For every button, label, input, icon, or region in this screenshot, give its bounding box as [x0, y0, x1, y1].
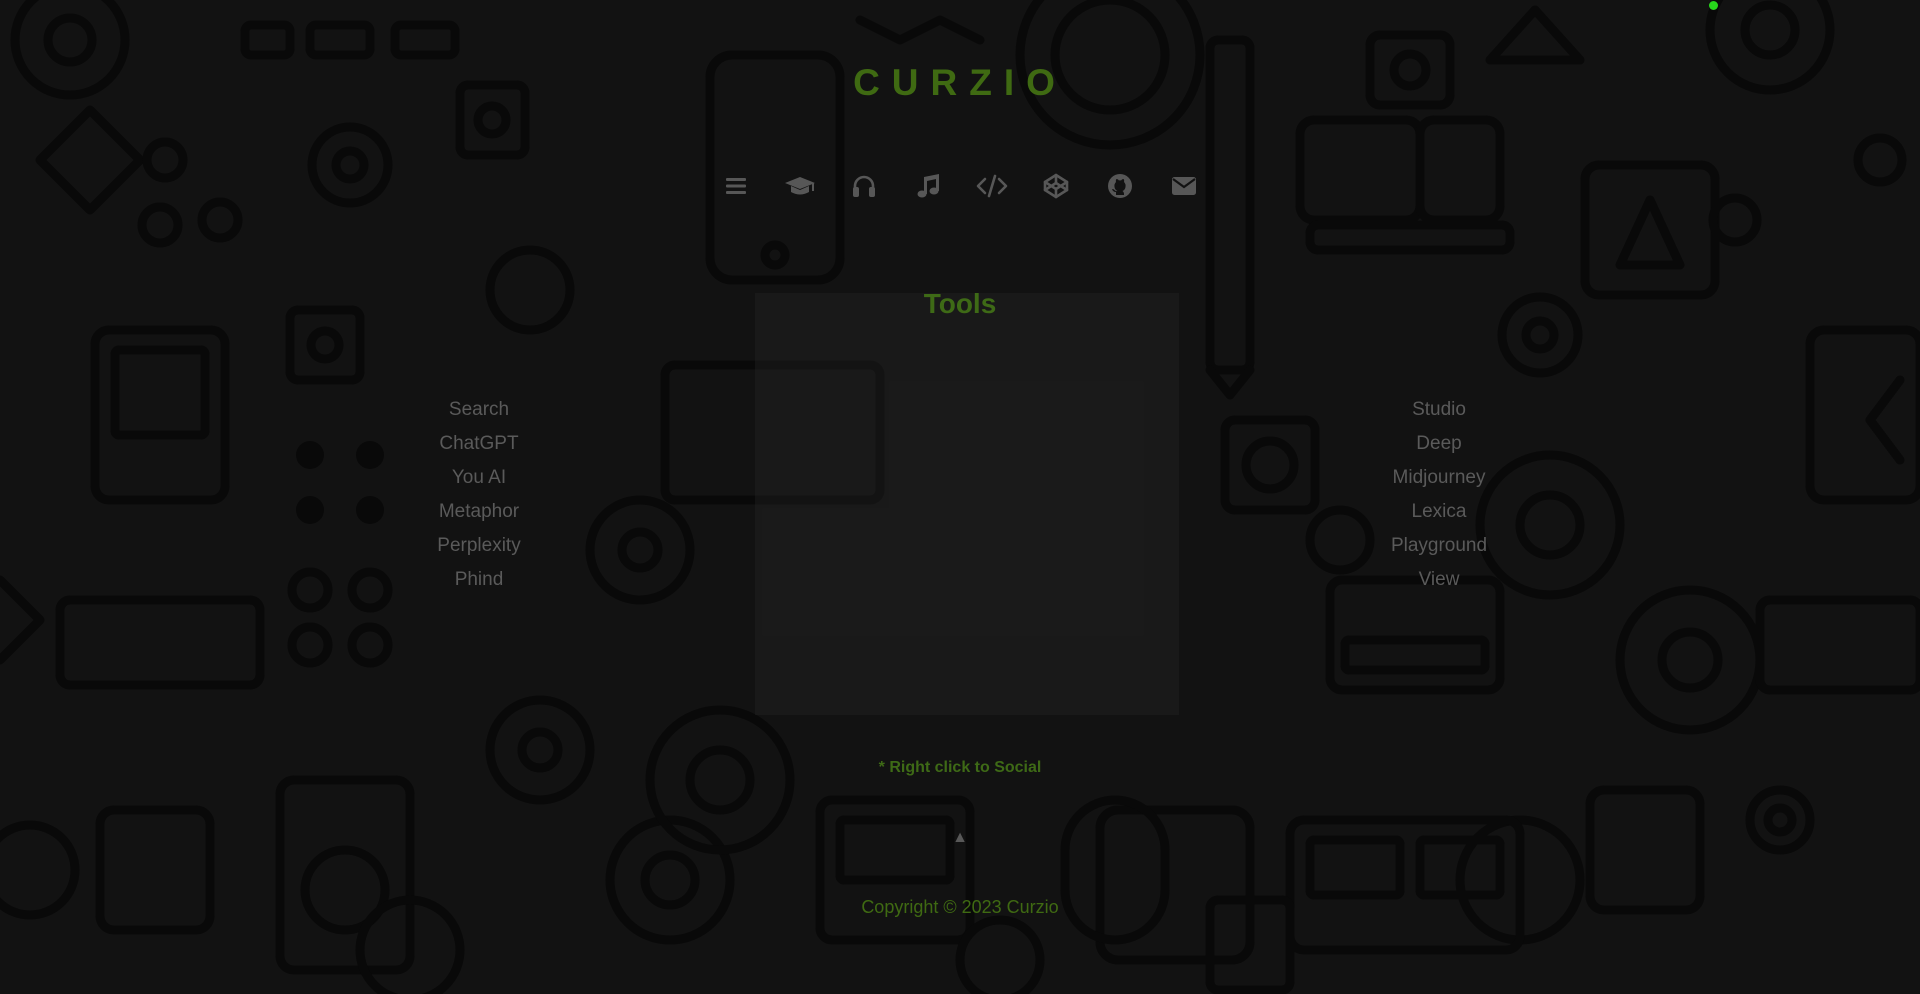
- tools-heading: Tools: [923, 288, 997, 319]
- code-icon[interactable]: [960, 167, 1024, 205]
- triangle-up-icon: ▲: [952, 829, 968, 846]
- menu-icon[interactable]: [704, 167, 768, 205]
- tool-link-playground[interactable]: Playground: [1339, 529, 1539, 563]
- tool-link-lexica[interactable]: Lexica: [1339, 495, 1539, 529]
- tool-link-you-ai[interactable]: You AI: [379, 461, 579, 495]
- tool-link-studio[interactable]: Studio: [1339, 393, 1539, 427]
- icon-nav-bar: [0, 167, 1920, 205]
- tool-link-search[interactable]: Search: [379, 393, 579, 427]
- tool-link-perplexity[interactable]: Perplexity: [379, 529, 579, 563]
- tool-link-phind[interactable]: Phind: [379, 563, 579, 597]
- tool-link-deep[interactable]: Deep: [1339, 427, 1539, 461]
- tool-link-metaphor[interactable]: Metaphor: [379, 495, 579, 529]
- graduation-cap-icon[interactable]: [768, 167, 832, 205]
- tools-left-column: Search ChatGPT You AI Metaphor Perplexit…: [379, 393, 579, 597]
- music-note-icon[interactable]: [896, 167, 960, 205]
- page: CURZIO Tools Search ChatGPT You AI Metap…: [0, 0, 1920, 994]
- envelope-icon[interactable]: [1152, 167, 1216, 205]
- social-hint-text: * Right click to Social: [878, 759, 1042, 776]
- tools-panel-backdrop: [755, 293, 1179, 715]
- status-indicator-dot: [1709, 1, 1718, 10]
- codepen-icon[interactable]: [1024, 167, 1088, 205]
- headphones-icon[interactable]: [832, 167, 896, 205]
- back-to-top-button[interactable]: ▲: [950, 828, 970, 848]
- tool-link-chatgpt[interactable]: ChatGPT: [379, 427, 579, 461]
- tools-right-column: Studio Deep Midjourney Lexica Playground…: [1339, 393, 1539, 597]
- github-icon[interactable]: [1088, 167, 1152, 205]
- site-title[interactable]: CURZIO: [0, 62, 1920, 104]
- copyright-text: Copyright © 2023 Curzio: [861, 897, 1059, 917]
- tool-link-view[interactable]: View: [1339, 563, 1539, 597]
- tool-link-midjourney[interactable]: Midjourney: [1339, 461, 1539, 495]
